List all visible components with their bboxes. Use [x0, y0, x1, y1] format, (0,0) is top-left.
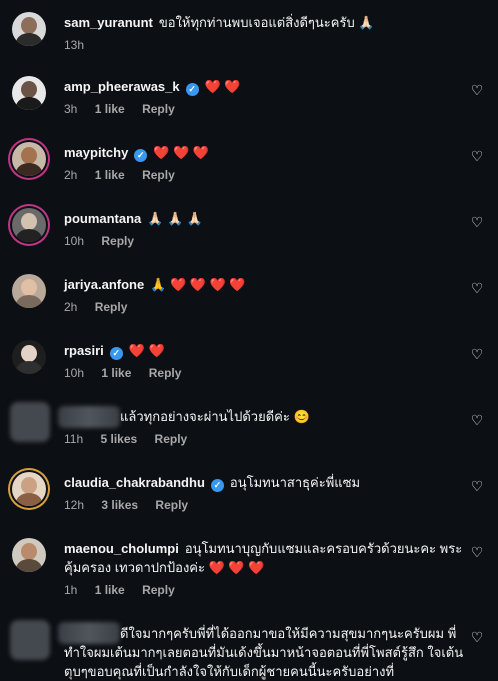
avatar[interactable] — [10, 402, 50, 442]
comment-text: ❤️ ❤️ — [128, 343, 165, 358]
heart-outline-icon[interactable]: ♡ — [470, 479, 484, 493]
comment-text: ดีใจมากๆครับพี่ที่ได้ออกมาขอให้มีความสุข… — [64, 626, 464, 679]
reply-button[interactable]: Reply — [149, 366, 182, 380]
comment-text: ขอให้ทุกท่านพบเจอแต่สิ่งดีๆนะครับ 🙏🏻 — [158, 15, 375, 30]
comment-username[interactable]: maenou_cholumpi — [64, 541, 179, 556]
heart-outline-icon[interactable]: ♡ — [470, 149, 484, 163]
comment-time: 11h — [64, 432, 84, 446]
verified-badge-icon: ✓ — [185, 83, 199, 96]
heart-outline-icon[interactable]: ♡ — [470, 545, 484, 559]
verified-badge-icon: ✓ — [210, 479, 224, 492]
reply-button[interactable]: Reply — [155, 432, 188, 446]
comment-text: ❤️ ❤️ — [204, 79, 241, 94]
heart-outline-icon[interactable]: ♡ — [470, 83, 484, 97]
reply-button[interactable]: Reply — [155, 498, 188, 512]
comment-username[interactable]: maypitchy — [64, 145, 128, 160]
comment-likes[interactable]: 1 like — [95, 583, 125, 597]
comments-list: sam_yuranunt ขอให้ทุกท่านพบเจอแต่สิ่งดีๆน… — [0, 0, 498, 680]
heart-outline-icon[interactable]: ♡ — [470, 215, 484, 229]
avatar[interactable] — [12, 472, 46, 506]
comment-time: 3h — [64, 102, 78, 116]
comment-time: 12h — [64, 498, 85, 512]
comment-username[interactable]: poumantana — [64, 211, 141, 226]
reply-button[interactable]: Reply — [101, 234, 134, 248]
avatar[interactable] — [12, 76, 46, 110]
comment-likes[interactable]: 1 like — [101, 366, 131, 380]
heart-outline-icon[interactable]: ♡ — [470, 347, 484, 361]
comment-username[interactable]: claudia_chakrabandhu — [64, 475, 205, 490]
comment-likes[interactable]: 1 like — [95, 168, 125, 182]
comment-username[interactable]: jariya.anfone — [64, 277, 144, 292]
comment-text: อนุโมทนาสาธุค่ะพี่แซม — [229, 475, 361, 490]
avatar[interactable] — [12, 12, 46, 46]
avatar[interactable] — [12, 340, 46, 374]
comment-time: 13h — [64, 38, 85, 52]
comment-likes[interactable]: 3 likes — [101, 498, 138, 512]
verified-badge-icon: ✓ — [109, 347, 123, 360]
comment-text: ❤️ ❤️ ❤️ — [153, 145, 210, 160]
heart-outline-icon[interactable]: ♡ — [470, 413, 484, 427]
comment-time: 2h — [64, 300, 78, 314]
verified-badge-icon: ✓ — [134, 149, 148, 162]
avatar[interactable] — [10, 620, 50, 660]
comment-time: 10h — [64, 366, 85, 380]
comment-likes[interactable]: 5 likes — [100, 432, 137, 446]
comment-username[interactable]: sam_yuranunt — [64, 15, 153, 30]
avatar[interactable] — [12, 274, 46, 308]
blurred-username — [58, 406, 120, 428]
comment-time: 10h — [64, 234, 85, 248]
heart-outline-icon[interactable]: ♡ — [470, 630, 484, 644]
comment-likes[interactable]: 1 like — [95, 102, 125, 116]
avatar[interactable] — [12, 142, 46, 176]
reply-button[interactable]: Reply — [142, 102, 175, 116]
avatar[interactable] — [12, 538, 46, 572]
reply-button[interactable]: Reply — [95, 300, 128, 314]
comment-username[interactable]: rpasiri — [64, 343, 104, 358]
reply-button[interactable]: Reply — [142, 168, 175, 182]
comment-username[interactable]: amp_pheerawas_k — [64, 79, 180, 94]
comment-time: 2h — [64, 168, 78, 182]
reply-button[interactable]: Reply — [142, 583, 175, 597]
avatar[interactable] — [12, 208, 46, 242]
heart-outline-icon[interactable]: ♡ — [470, 281, 484, 295]
comment-text: 🙏 ❤️ ❤️ ❤️ ❤️ — [150, 277, 246, 292]
comment-text: แล้วทุกอย่างจะผ่านไปด้วยดีค่ะ 😊 — [120, 409, 310, 424]
comment-time: 1h — [64, 583, 78, 597]
comment-text: 🙏🏻 🙏🏻 🙏🏻 — [147, 211, 204, 226]
